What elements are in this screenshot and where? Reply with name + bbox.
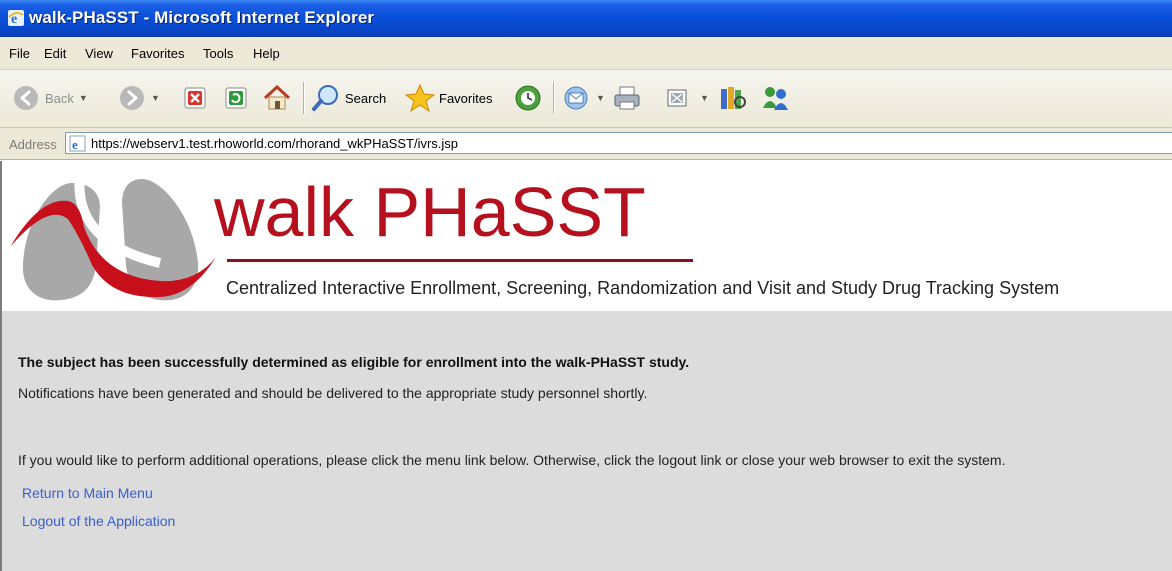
logout-link[interactable]: Logout of the Application <box>22 513 175 529</box>
window-title-bar[interactable]: e walk-PHaSST - Microsoft Internet Explo… <box>0 0 1172 37</box>
research-books-icon <box>721 87 746 109</box>
brand-underline <box>227 259 693 262</box>
internet-explorer-icon: e <box>8 10 24 27</box>
lungs-logo <box>10 174 216 301</box>
toolbar-separator <box>303 82 304 114</box>
standard-toolbar: Back ▼ ▼ Search Favorites ▼ ▼ <box>0 70 1172 128</box>
page-viewport: walk PHaSST Centralized Interactive Enro… <box>0 161 1172 571</box>
instruction-message: If you would like to perform additional … <box>18 452 1006 468</box>
menu-view[interactable]: View <box>85 46 113 61</box>
system-subtitle: Centralized Interactive Enrollment, Scre… <box>226 278 1060 298</box>
edit-button[interactable]: ▼ <box>666 83 709 113</box>
search-button[interactable]: Search <box>311 83 386 113</box>
chevron-down-icon[interactable]: ▼ <box>151 93 160 103</box>
home-button[interactable] <box>262 83 292 113</box>
chevron-down-icon[interactable]: ▼ <box>79 93 88 103</box>
success-message: The subject has been successfully determ… <box>18 354 690 370</box>
forward-arrow-icon <box>120 86 144 110</box>
refresh-button[interactable] <box>224 83 248 113</box>
search-icon <box>312 85 338 111</box>
menu-bar: File Edit View Favorites Tools Help <box>0 37 1172 70</box>
toolbar-separator <box>553 82 554 114</box>
history-button[interactable] <box>512 83 544 113</box>
menu-tools[interactable]: Tools <box>203 46 233 61</box>
history-icon <box>515 85 541 111</box>
favorites-button[interactable]: Favorites <box>404 83 492 113</box>
menu-help[interactable]: Help <box>253 46 280 61</box>
mail-icon <box>564 86 588 110</box>
brand-title: walk PHaSST <box>214 173 646 251</box>
star-icon <box>404 83 436 113</box>
messenger-icon <box>763 87 788 110</box>
notification-message: Notifications have been generated and sh… <box>18 385 648 401</box>
address-label: Address <box>9 137 57 152</box>
back-arrow-icon <box>14 86 38 110</box>
home-icon <box>263 84 291 110</box>
menu-favorites[interactable]: Favorites <box>131 46 184 61</box>
mail-button[interactable]: ▼ <box>562 83 605 113</box>
address-url: https://webserv1.test.rhoworld.com/rhora… <box>91 136 459 151</box>
page-icon: e <box>69 135 86 152</box>
header-banner: walk PHaSST Centralized Interactive Enro… <box>2 161 1172 311</box>
svg-text:e: e <box>72 137 78 152</box>
return-to-main-menu-link[interactable]: Return to Main Menu <box>22 485 153 501</box>
address-bar: Address e https://webserv1.test.rhoworld… <box>0 128 1172 160</box>
window-title: walk-PHaSST - Microsoft Internet Explore… <box>29 8 375 27</box>
address-input[interactable]: e https://webserv1.test.rhoworld.com/rho… <box>65 132 1172 154</box>
message-panel: The subject has been successfully determ… <box>2 311 1172 571</box>
edit-document-icon <box>667 89 687 107</box>
menu-file[interactable]: File <box>9 46 30 61</box>
stop-button[interactable] <box>183 83 207 113</box>
back-button[interactable]: Back ▼ <box>12 83 88 113</box>
stop-icon <box>184 87 206 109</box>
menu-edit[interactable]: Edit <box>44 46 66 61</box>
print-button[interactable] <box>612 83 642 113</box>
print-icon <box>614 86 640 110</box>
messenger-button[interactable] <box>760 83 792 113</box>
refresh-icon <box>225 87 247 109</box>
chevron-down-icon[interactable]: ▼ <box>700 93 709 103</box>
research-button[interactable] <box>718 83 748 113</box>
forward-button[interactable]: ▼ <box>118 83 160 113</box>
chevron-down-icon[interactable]: ▼ <box>596 93 605 103</box>
